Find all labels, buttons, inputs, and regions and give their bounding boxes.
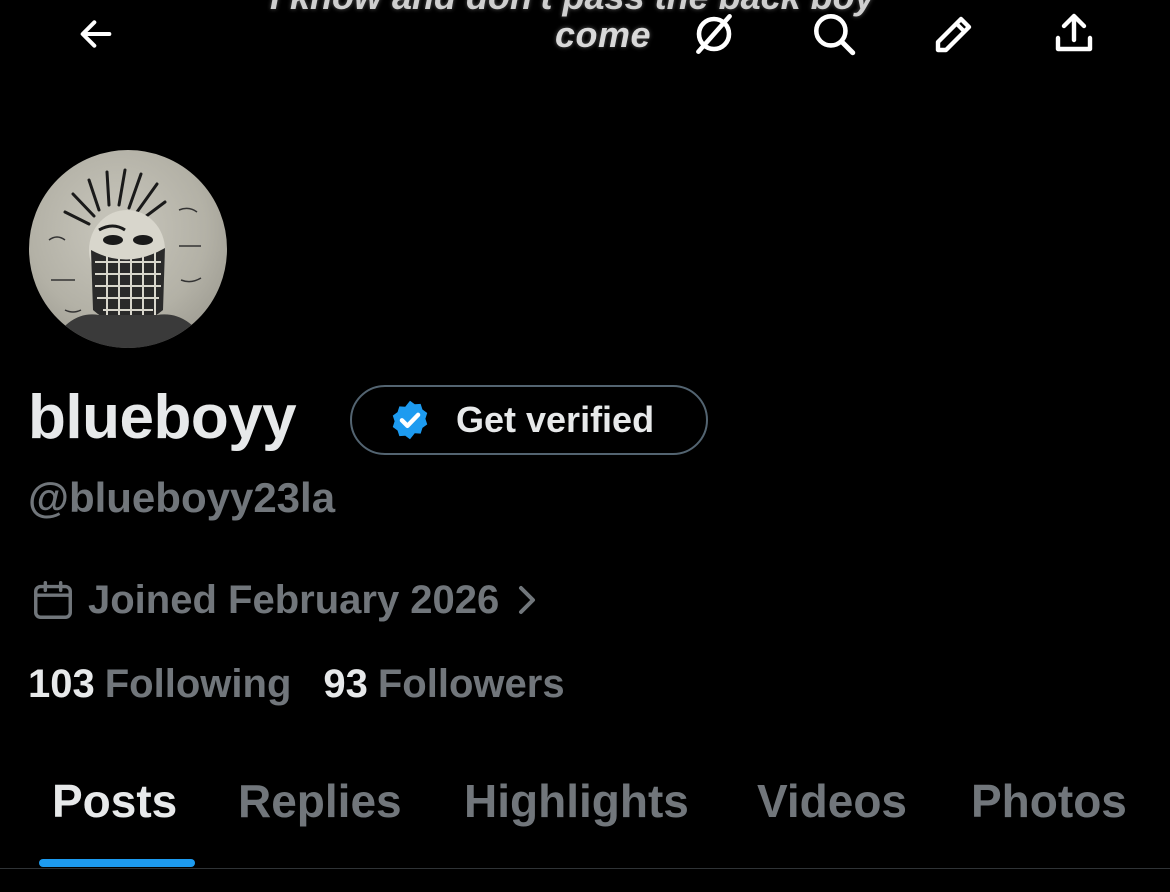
search-icon [814,14,856,56]
calendar-icon [34,581,72,619]
verified-badge-icon [392,400,428,440]
share-button[interactable] [1042,2,1106,66]
tab-highlights[interactable]: Highlights [464,774,689,828]
tab-photos[interactable]: Photos [971,774,1127,828]
username-handle: @blueboyy23la [28,474,336,521]
top-bar: I know and don't pass the back boy come [0,0,1170,80]
profile-tabs: Posts Replies Highlights Videos Photos [0,760,1170,868]
get-verified-button[interactable]: Get verified [350,385,708,455]
tab-videos[interactable]: Videos [757,774,907,828]
tab-posts[interactable]: Posts [52,774,177,828]
followers-count: 93 [323,662,368,706]
share-icon [1055,13,1093,52]
back-button[interactable] [64,2,128,66]
tab-replies[interactable]: Replies [238,774,402,828]
joined-date-row[interactable]: Joined February 2026 [30,572,541,628]
grok-button[interactable] [682,2,746,66]
search-button[interactable] [802,2,866,66]
get-verified-label: Get verified [456,399,655,440]
avatar-image [48,168,209,348]
following-count: 103 [28,662,95,706]
active-tab-indicator [39,859,195,867]
edit-button[interactable] [922,2,986,66]
arrow-left-icon [80,20,112,48]
follow-stats: 103 Following 93 Followers [28,662,565,707]
followers-link[interactable]: 93 Followers [323,662,564,707]
tabs-divider [0,868,1170,869]
banner-text: come [555,14,652,55]
pencil-icon [935,16,972,53]
display-name: blueboyy [28,383,297,452]
following-label: Following [104,662,292,706]
followers-label: Followers [377,662,565,706]
joined-date: Joined February 2026 [88,577,500,622]
grok-icon [696,14,732,54]
following-link[interactable]: 103 Following [28,662,291,707]
avatar[interactable] [27,148,229,350]
chevron-right-icon [519,586,536,614]
